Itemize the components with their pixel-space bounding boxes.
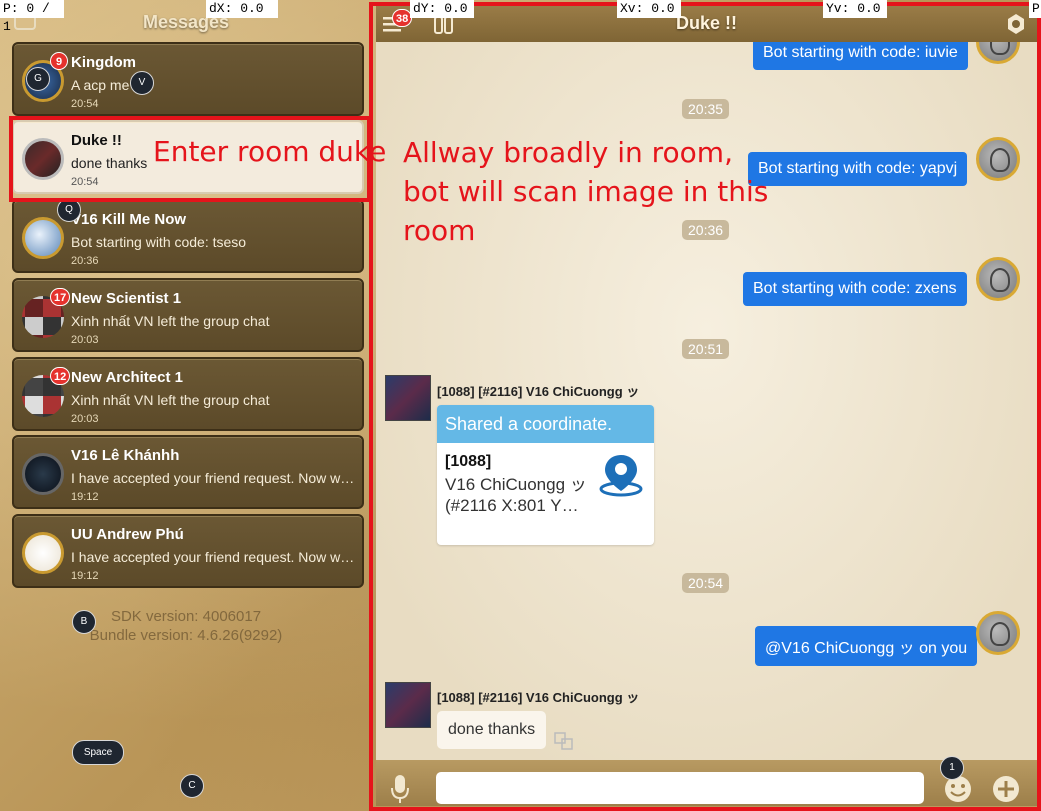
conversation-item-v16-le-khanhh[interactable]: V16 Lê Khánhh I have accepted your frien… <box>12 435 364 509</box>
chat-input-bar <box>376 760 1037 806</box>
conversation-name: V16 Lê Khánhh <box>71 447 180 464</box>
conversation-avatar <box>22 532 64 574</box>
conversation-time: 20:54 <box>71 176 99 188</box>
debug-dx: dX: 0.0 <box>206 0 278 18</box>
duke-avatar <box>22 138 64 180</box>
conversation-item-new-scientist-1[interactable]: 17 New Scientist 1 Xinh nhất VN left the… <box>12 278 364 352</box>
user-avatar[interactable] <box>385 682 431 728</box>
chat-room: 38 Duke !! Bot starting with code: iuvie… <box>376 6 1037 806</box>
sender-name: [1088] [#2116] V16 ChiCuongg ッ <box>437 690 640 705</box>
coordinate-id: [1088] <box>445 453 492 470</box>
chat-title: Duke !! <box>675 13 737 33</box>
debug-pointer-count: P: 0 / 1 <box>0 0 64 34</box>
conversation-item-kingdom[interactable]: 9 Kingdom A acp me 20:54 <box>12 42 364 116</box>
shared-coordinate-card[interactable]: Shared a coordinate. [1088] V16 ChiCuong… <box>437 405 654 545</box>
key-hint-1: 1 <box>940 756 964 780</box>
bundle-version: Bundle version: 4.6.26(9292) <box>89 627 283 644</box>
conversation-time: 20:36 <box>71 255 99 267</box>
conversation-name: Kingdom <box>71 54 136 71</box>
outgoing-message: Bot starting with code: iuvie <box>753 42 968 70</box>
conversation-time: 19:12 <box>71 491 99 503</box>
annotation-line-2: bot will scan image in this <box>403 175 769 208</box>
settings-icon[interactable] <box>1004 12 1028 36</box>
key-hint-v: V <box>130 71 154 95</box>
self-avatar <box>976 257 1020 301</box>
self-avatar <box>976 611 1020 655</box>
key-hint-b: B <box>72 610 96 634</box>
conversation-item-new-architect-1[interactable]: 12 New Architect 1 Xinh nhất VN left the… <box>12 357 364 431</box>
coordinate-header: Shared a coordinate. <box>437 405 654 443</box>
coordinate-text: V16 ChiCuongg ッ (#2116 X:801 Y… <box>445 475 587 515</box>
conversation-name: New Scientist 1 <box>71 290 182 307</box>
conversation-preview: A acp me <box>71 77 130 93</box>
key-hint-space: Space <box>72 740 124 765</box>
sender-name: [1088] [#2116] V16 ChiCuongg ッ <box>437 384 640 399</box>
time-separator: 20:36 <box>682 220 730 240</box>
time-separator: 20:54 <box>682 573 730 593</box>
outgoing-message: Bot starting with code: zxens <box>743 272 967 306</box>
annotation-line-3: room <box>403 214 476 247</box>
conversation-time: 19:12 <box>71 570 99 582</box>
chat-header: 38 Duke !! <box>376 6 1037 42</box>
debug-xv: Xv: 0.0 <box>617 0 681 18</box>
key-hint-c: C <box>180 774 204 798</box>
conversation-preview: I have accepted your friend request. Now… <box>71 470 356 486</box>
conversation-item-uu-andrew-phu[interactable]: UU Andrew Phú I have accepted your frien… <box>12 514 364 588</box>
conversation-avatar <box>22 453 64 495</box>
key-hint-g: G <box>26 67 50 91</box>
conversation-time: 20:54 <box>71 98 99 110</box>
debug-yv: Yv: 0.0 <box>823 0 887 18</box>
outgoing-message: @V16 ChiCuongg ッ on you <box>755 626 978 666</box>
time-separator: 20:51 <box>682 339 730 359</box>
annotation-line-1: Allway broadly in room, <box>403 136 733 169</box>
conversation-name: New Architect 1 <box>71 369 183 386</box>
key-hint-q: Q <box>57 198 81 222</box>
debug-dy: dY: 0.0 <box>410 0 474 18</box>
self-avatar <box>976 137 1020 181</box>
conversation-preview: Xinh nhất VN left the group chat <box>71 392 270 408</box>
conversation-name: Duke !! <box>71 132 122 149</box>
user-avatar[interactable] <box>385 375 431 421</box>
incoming-message: done thanks <box>437 711 547 749</box>
annotation-enter-room: Enter room duke <box>153 135 387 168</box>
conversation-time: 20:03 <box>71 334 99 346</box>
unread-badge: 9 <box>50 52 68 70</box>
location-pin-icon <box>599 455 643 497</box>
microphone-icon[interactable] <box>390 774 410 804</box>
time-separator: 20:35 <box>682 99 730 119</box>
add-attachment-icon[interactable] <box>991 774 1021 804</box>
conversation-avatar <box>22 217 64 259</box>
translate-icon[interactable] <box>554 732 574 750</box>
conversation-preview: I have accepted your friend request. Now… <box>71 549 356 565</box>
conversation-name: UU Andrew Phú <box>71 526 184 543</box>
unread-badge: 17 <box>50 288 71 306</box>
conversation-name: V16 Kill Me Now <box>71 211 187 228</box>
debug-pressure: P <box>1029 0 1041 18</box>
self-avatar <box>976 42 1020 64</box>
conversation-time: 20:03 <box>71 413 99 425</box>
conversation-preview: Xinh nhất VN left the group chat <box>71 313 270 329</box>
conversation-preview: Bot starting with code: tseso <box>71 234 247 250</box>
unread-badge: 12 <box>50 367 71 385</box>
message-input[interactable] <box>436 772 924 804</box>
outgoing-message: Bot starting with code: yapvj <box>748 152 968 186</box>
messages-panel: Messages 9 Kingdom A acp me 20:54 Duke !… <box>0 0 372 811</box>
sdk-version: SDK version: 4006017 <box>110 608 262 625</box>
